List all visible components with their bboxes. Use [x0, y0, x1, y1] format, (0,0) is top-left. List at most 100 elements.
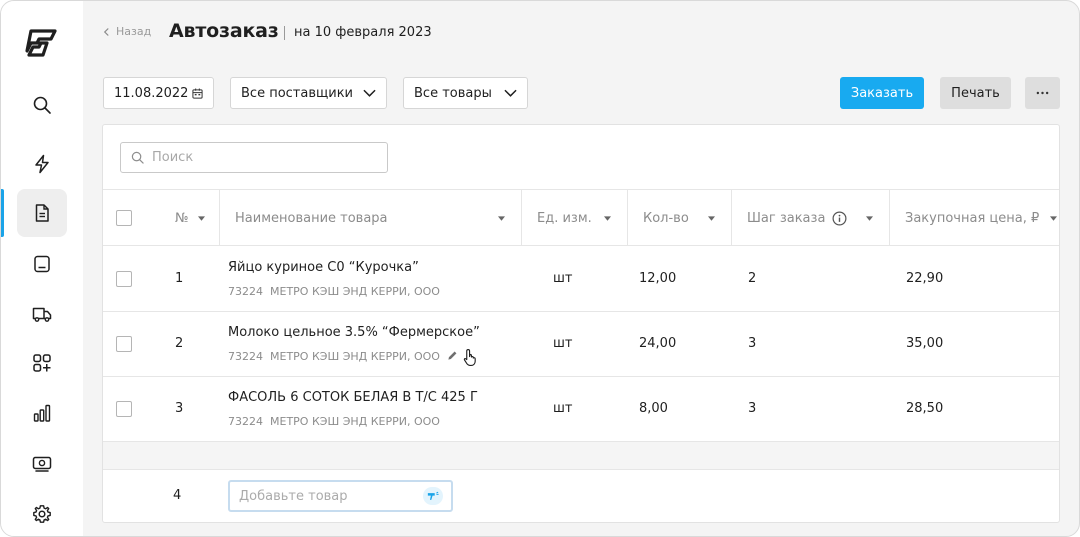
table-header: № Наименование товара Ед. изм. Кол-во Ша…	[103, 189, 1059, 246]
column-purchase-price[interactable]: Закупочная цена, ₽	[905, 190, 1057, 246]
cash-icon	[32, 456, 52, 472]
title-divider	[284, 26, 285, 40]
bar-chart-icon	[33, 404, 51, 422]
sort-icon	[604, 215, 611, 221]
hand-cursor-icon	[463, 348, 476, 367]
row-number: 2	[175, 336, 184, 351]
select-all-checkbox[interactable]	[116, 210, 132, 226]
column-divider	[731, 190, 732, 246]
sidebar-active-indicator	[1, 189, 4, 237]
more-button[interactable]	[1025, 77, 1060, 109]
product-supplier: МЕТРО КЭШ ЭНД КЕРРИ, ООО	[270, 350, 440, 363]
product-code: 73224	[228, 285, 263, 298]
column-name[interactable]: Наименование товара	[235, 190, 505, 246]
column-divider	[889, 190, 890, 246]
row-checkbox[interactable]	[116, 271, 132, 287]
column-name-label: Наименование товара	[235, 210, 388, 226]
table-spacer	[103, 442, 1059, 470]
sidebar-item-terminal[interactable]	[17, 240, 67, 288]
product-code: 73224	[228, 350, 263, 363]
search-input[interactable]	[152, 150, 372, 165]
tablet-icon	[34, 255, 50, 273]
sidebar-item-settings[interactable]	[17, 490, 67, 536]
product-name[interactable]: ФАСОЛЬ 6 СОТОК БЕЛАЯ В Т/С 425 Г	[228, 390, 478, 405]
table-row[interactable]: 2 Молоко цельное 3.5% “Фермерское” 73224…	[103, 312, 1059, 377]
unit-cell: шт	[553, 401, 573, 416]
app-window: Назад Автозаказ на 10 февраля 2023 11.08…	[0, 0, 1080, 537]
search-box[interactable]	[120, 142, 388, 173]
suppliers-select[interactable]: Все поставщики	[230, 77, 387, 109]
table-row[interactable]: 3 ФАСОЛЬ 6 СОТОК БЕЛАЯ В Т/С 425 Г 73224…	[103, 377, 1059, 442]
row-checkbox-cell	[116, 336, 132, 352]
column-unit[interactable]: Ед. изм.	[537, 190, 611, 246]
order-button[interactable]: Заказать	[840, 77, 924, 109]
add-product-input[interactable]	[239, 488, 409, 504]
print-button[interactable]: Печать	[940, 77, 1011, 109]
page-title: Автозаказ	[169, 20, 279, 42]
sort-icon	[498, 215, 505, 221]
logo[interactable]	[25, 27, 59, 59]
sidebar-item-quick[interactable]	[17, 140, 67, 188]
price-cell: 28,50	[906, 401, 944, 416]
date-picker[interactable]: 11.08.2022	[103, 77, 214, 109]
sort-icon	[1050, 215, 1057, 221]
order-step-cell: 3	[748, 336, 757, 351]
goods-select[interactable]: Все товары	[403, 77, 528, 109]
column-order-step-label: Шаг заказа	[747, 210, 826, 226]
row-checkbox-cell	[116, 401, 132, 417]
column-number[interactable]: №	[175, 190, 205, 246]
add-product-field[interactable]	[228, 480, 453, 512]
scanner-glyph	[427, 491, 439, 500]
row-checkbox-cell	[116, 271, 132, 287]
sort-icon	[708, 215, 715, 221]
sidebar-item-finance[interactable]	[17, 440, 67, 488]
column-quantity[interactable]: Кол-во	[643, 190, 715, 246]
product-name[interactable]: Яйцо куриное С0 “Курочка”	[228, 260, 419, 275]
order-step-cell: 3	[748, 401, 757, 416]
sidebar-item-search[interactable]	[17, 81, 67, 129]
row-checkbox[interactable]	[116, 336, 132, 352]
sort-icon	[866, 215, 873, 221]
date-value: 11.08.2022	[114, 85, 189, 101]
column-number-label: №	[175, 210, 189, 226]
column-divider	[521, 190, 522, 246]
pencil-icon[interactable]	[447, 350, 458, 361]
column-unit-label: Ед. изм.	[537, 210, 592, 226]
quantity-cell[interactable]: 24,00	[639, 336, 676, 351]
lightning-icon	[35, 154, 49, 174]
back-label: Назад	[116, 25, 152, 38]
row-number: 3	[175, 401, 184, 416]
column-quantity-label: Кол-во	[643, 210, 689, 226]
grid-plus-icon	[33, 354, 51, 372]
sidebar-item-delivery[interactable]	[17, 290, 67, 338]
column-order-step[interactable]: Шаг заказа	[747, 190, 873, 246]
quantity-cell[interactable]: 8,00	[639, 401, 668, 416]
info-icon[interactable]	[832, 211, 847, 226]
barcode-scanner-icon[interactable]	[423, 487, 443, 505]
unit-cell: шт	[553, 336, 573, 351]
document-icon	[35, 204, 49, 222]
search-icon	[131, 151, 144, 164]
product-code: 73224	[228, 415, 263, 428]
row-checkbox[interactable]	[116, 401, 132, 417]
product-supplier: МЕТРО КЭШ ЭНД КЕРРИ, ООО	[270, 285, 440, 298]
price-cell: 35,00	[906, 336, 944, 351]
chevron-left-icon	[103, 27, 109, 36]
more-dots-icon	[1036, 91, 1049, 95]
back-link[interactable]: Назад	[103, 25, 151, 38]
table-row[interactable]: 1 Яйцо куриное С0 “Курочка” 73224 МЕТРО …	[103, 247, 1059, 312]
quantity-cell[interactable]: 12,00	[639, 271, 676, 286]
search-icon	[33, 96, 51, 114]
product-supplier: МЕТРО КЭШ ЭНД КЕРРИ, ООО	[270, 415, 440, 428]
logo-icon	[25, 29, 57, 57]
page-subtitle: на 10 февраля 2023	[294, 25, 432, 40]
sidebar	[1, 1, 83, 536]
sidebar-item-documents[interactable]	[17, 189, 67, 237]
column-purchase-price-label: Закупочная цена, ₽	[905, 210, 1040, 226]
sort-icon	[198, 215, 205, 221]
sidebar-item-reports[interactable]	[17, 389, 67, 437]
product-name[interactable]: Молоко цельное 3.5% “Фермерское”	[228, 325, 480, 340]
sidebar-item-catalog[interactable]	[17, 339, 67, 387]
unit-cell: шт	[553, 271, 573, 286]
column-divider	[219, 190, 220, 246]
